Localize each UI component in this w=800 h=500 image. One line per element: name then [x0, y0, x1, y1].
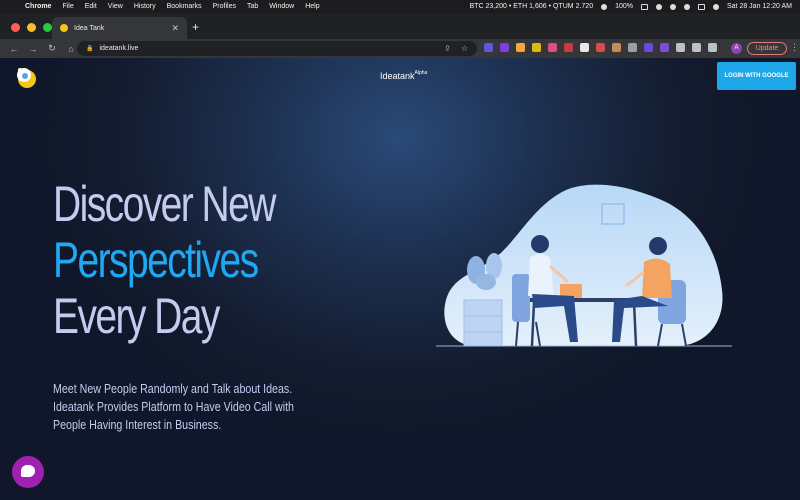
headline-line-3: Every Day [53, 288, 220, 344]
user-icon[interactable] [670, 3, 676, 10]
menu-profiles[interactable]: Profiles [213, 3, 236, 10]
siri-icon[interactable] [713, 3, 719, 10]
menu-bookmarks[interactable]: Bookmarks [167, 3, 202, 10]
share-icon[interactable]: ⇪ [444, 44, 451, 53]
forward-arrow-icon[interactable]: → [28, 44, 38, 54]
extension-icon[interactable] [484, 43, 493, 52]
extension-icon[interactable] [644, 43, 653, 52]
side-panel-icon[interactable] [708, 43, 717, 52]
lock-icon[interactable]: 🔒 [86, 45, 93, 52]
close-window-button[interactable] [11, 23, 20, 32]
chrome-menu-icon[interactable]: ⋮ [790, 42, 799, 53]
brand-name: Ideatank [380, 71, 415, 81]
hero-subtitle: Meet New People Randomly and Talk about … [53, 381, 294, 432]
extensions-bar [484, 43, 717, 52]
tab-title: Idea Tank [74, 24, 105, 32]
headline-line-2: Perspectives [53, 232, 259, 288]
menu-view[interactable]: View [108, 3, 123, 10]
window-controls [11, 23, 52, 32]
crypto-ticker[interactable]: BTC 23,200 • ETH 1,606 • QTUM 2.720 [470, 3, 594, 10]
extension-icon[interactable] [612, 43, 621, 52]
menu-edit[interactable]: Edit [85, 3, 97, 10]
extension-icon[interactable] [564, 43, 573, 52]
tab-close-icon[interactable]: ✕ [171, 23, 179, 34]
browser-tab[interactable]: Idea Tank ✕ [52, 17, 187, 39]
chat-widget-button[interactable] [12, 456, 44, 488]
url-text[interactable]: ideatank.live [99, 45, 138, 52]
macos-menu-bar: Chrome File Edit View History Bookmarks … [0, 0, 800, 13]
menu-clock[interactable]: Sat 28 Jan 12:20 AM [727, 3, 792, 10]
battery-icon[interactable] [641, 3, 648, 10]
menu-history[interactable]: History [134, 3, 156, 10]
brand-tag: Alpha [414, 70, 428, 76]
hero-headline: Discover New Perspectives Every Day [53, 176, 276, 344]
site-brand: IdeatankAlpha [380, 70, 427, 81]
home-icon[interactable]: ⌂ [66, 44, 76, 54]
browser-chrome: Idea Tank ✕ + ← → ↻ ⌂ 🔒 ideatank.live ⇪ … [0, 13, 800, 58]
address-bar[interactable]: 🔒 ideatank.live ⇪ ☆ [77, 41, 477, 56]
update-button[interactable]: Update [747, 42, 787, 55]
ideatank-logo[interactable] [14, 64, 38, 90]
menu-help[interactable]: Help [305, 3, 319, 10]
minimize-window-button[interactable] [27, 23, 36, 32]
control-center-icon[interactable] [698, 3, 705, 10]
cabinet [463, 299, 503, 347]
tab-favicon-icon [60, 24, 68, 32]
menu-status-area: BTC 23,200 • ETH 1,606 • QTUM 2.720 100%… [470, 3, 792, 10]
puzzle-extensions-icon[interactable] [676, 43, 685, 52]
extension-icon[interactable] [548, 43, 557, 52]
login-with-google-button[interactable]: LOGIN WITH GOOGLE [717, 62, 796, 90]
extension-icon[interactable] [628, 43, 637, 52]
search-icon[interactable] [684, 3, 690, 10]
menu-file[interactable]: File [62, 3, 73, 10]
battery-percent[interactable]: 100% [615, 3, 633, 10]
reading-list-icon[interactable] [692, 43, 701, 52]
reload-icon[interactable]: ↻ [47, 43, 57, 54]
menu-window[interactable]: Window [269, 3, 294, 10]
headline-line-1: Discover New [53, 176, 276, 232]
menu-tab[interactable]: Tab [247, 3, 258, 10]
extension-icon[interactable] [532, 43, 541, 52]
conversation-illustration [436, 184, 732, 347]
omnibox-actions: ⇪ ☆ [444, 44, 468, 53]
wifi-icon[interactable] [656, 3, 662, 10]
extension-icon[interactable] [580, 43, 589, 52]
extension-icon[interactable] [500, 43, 509, 52]
ideatank-page: IdeatankAlpha LOGIN WITH GOOGLE Discover… [0, 58, 800, 500]
left-chair [512, 274, 530, 322]
bookmark-star-icon[interactable]: ☆ [461, 44, 468, 53]
chat-bubble-icon [21, 465, 35, 477]
new-tab-plus-icon[interactable]: + [192, 20, 199, 34]
zoom-window-button[interactable] [43, 23, 52, 32]
extension-icon[interactable] [660, 43, 669, 52]
menu-app-name[interactable]: Chrome [25, 3, 51, 10]
extension-icon[interactable] [516, 43, 525, 52]
browser-toolbar: ← → ↻ ⌂ 🔒 ideatank.live ⇪ ☆ A Update ⋮ [0, 39, 800, 58]
extension-icon[interactable] [596, 43, 605, 52]
back-arrow-icon[interactable]: ← [9, 44, 19, 54]
play-icon[interactable] [601, 3, 608, 10]
profile-avatar[interactable]: A [731, 43, 742, 54]
tab-strip: Idea Tank ✕ + [0, 13, 800, 39]
